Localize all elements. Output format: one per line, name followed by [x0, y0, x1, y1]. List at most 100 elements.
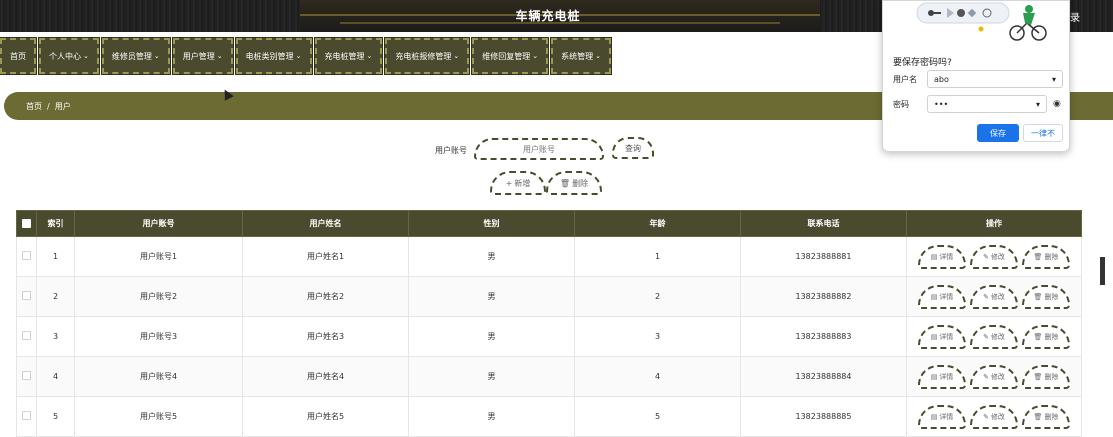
detail-icon: ▤ [930, 292, 938, 301]
table-row: 4 用户账号4 用户姓名4 男 4 13823888884 ▤ 详情 ✎ 修改 🗑 删除 [16, 356, 1082, 397]
cell-account: 用户账号4 [74, 356, 243, 397]
delete-button[interactable]: 🗑 删除 [1022, 324, 1070, 349]
row-checkbox[interactable] [22, 331, 31, 340]
detail-button-label: 详情 [939, 412, 954, 421]
query-button[interactable]: 查询 [612, 137, 654, 159]
cell-index: 3 [36, 316, 75, 357]
col-header-gender: 性别 [408, 210, 575, 237]
select-all-cell[interactable] [16, 210, 37, 237]
detail-button-label: 详情 [939, 252, 954, 261]
edit-button[interactable]: ✎ 修改 [970, 324, 1018, 349]
detail-button[interactable]: ▤ 详情 [918, 324, 966, 349]
row-select-cell[interactable] [16, 276, 37, 317]
nav-item-8[interactable]: 系统管理 ⌄ [550, 37, 612, 75]
cell-age: 4 [574, 356, 741, 397]
table-row: 3 用户账号3 用户姓名3 男 3 13823888883 ▤ 详情 ✎ 修改 🗑 删除 [16, 316, 1082, 357]
nav-item-7[interactable]: 维修回复管理 ⌄ [471, 37, 550, 75]
add-button[interactable]: + 新增 [490, 171, 546, 195]
nav-item-2[interactable]: 维修员管理 ⌄ [100, 37, 171, 75]
edit-button[interactable]: ✎ 修改 [970, 364, 1018, 389]
cell-phone: 13823888885 [740, 396, 907, 437]
row-actions: ▤ 详情 ✎ 修改 🗑 删除 [907, 404, 1081, 429]
save-password-button[interactable]: 保存 [977, 124, 1019, 142]
row-actions: ▤ 详情 ✎ 修改 🗑 删除 [907, 244, 1081, 269]
detail-button[interactable]: ▤ 详情 [918, 404, 966, 429]
cell-index: 1 [36, 236, 75, 277]
pencil-icon: ✎ [983, 372, 989, 381]
edit-button[interactable]: ✎ 修改 [970, 404, 1018, 429]
delete-button[interactable]: 🗑 删除 [1022, 284, 1070, 309]
row-actions: ▤ 详情 ✎ 修改 🗑 删除 [907, 284, 1081, 309]
save-password-popup: 要保存密码吗? 用户名 abo ▾ 密码 ••• ▾ ◉ 保存 一律不 [882, 0, 1070, 152]
edit-button[interactable]: ✎ 修改 [970, 284, 1018, 309]
cell-age: 3 [574, 316, 741, 357]
row-select-cell[interactable] [16, 316, 37, 357]
col-header-account: 用户账号 [74, 210, 243, 237]
row-actions: ▤ 详情 ✎ 修改 🗑 删除 [907, 324, 1081, 349]
chevron-down-icon: ⌄ [453, 52, 460, 60]
chevron-down-icon: ⌄ [595, 52, 601, 60]
delete-button-label: 删除 [1044, 292, 1059, 301]
nav-item-6[interactable]: 充电桩报修管理 ⌄ [384, 37, 471, 75]
popup-title: 要保存密码吗? [893, 58, 952, 68]
never-save-button[interactable]: 一律不 [1023, 124, 1063, 142]
nav-item-0[interactable]: 首页 [0, 37, 37, 75]
table-row: 2 用户账号2 用户姓名2 男 2 13823888882 ▤ 详情 ✎ 修改 🗑 删除 [16, 276, 1082, 317]
password-value: ••• [934, 99, 949, 109]
nav-item-3[interactable]: 用户管理 ⌄ [171, 37, 234, 75]
delete-button-label: 删除 [1044, 252, 1059, 261]
detail-button[interactable]: ▤ 详情 [918, 284, 966, 309]
nav-item-1[interactable]: 个人中心 ⌄ [38, 37, 100, 75]
cell-gender: 男 [408, 316, 575, 357]
cell-actions: ▤ 详情 ✎ 修改 🗑 删除 [906, 396, 1082, 437]
cell-gender: 男 [408, 356, 575, 397]
nav-item-4[interactable]: 电桩类别管理 ⌄ [234, 37, 313, 75]
breadcrumb-home[interactable]: 首页 [26, 101, 42, 112]
cell-actions: ▤ 详情 ✎ 修改 🗑 删除 [906, 276, 1082, 317]
chevron-down-icon: ⌄ [532, 52, 539, 60]
main-nav: 首页 个人中心 ⌄ 维修员管理 ⌄ 用户管理 ⌄ 电桩类别管理 ⌄ 充电桩管理 ⌄ 充电桩报修管理 ⌄ 维… [0, 37, 612, 75]
nav-item-label: 电桩类别管理 [245, 51, 294, 61]
dropdown-arrow-icon: ▾ [1051, 74, 1056, 84]
row-checkbox[interactable] [22, 371, 31, 380]
show-password-eye-icon[interactable]: ◉ [1053, 99, 1063, 109]
delete-button[interactable]: 🗑 删除 [1022, 404, 1070, 429]
cell-name: 用户姓名2 [242, 276, 409, 317]
row-select-cell[interactable] [16, 236, 37, 277]
row-checkbox[interactable] [22, 411, 31, 420]
table-row: 5 用户账号5 用户姓名5 男 5 13823888885 ▤ 详情 ✎ 修改 🗑 删除 [16, 396, 1082, 437]
delete-button[interactable]: 🗑 删除 [1022, 364, 1070, 389]
detail-icon: ▤ [930, 332, 938, 341]
username-select[interactable]: abo ▾ [927, 70, 1063, 88]
row-select-cell[interactable] [16, 396, 37, 437]
search-input[interactable] [474, 138, 604, 160]
nav-item-5[interactable]: 充电桩管理 ⌄ [313, 37, 384, 75]
row-select-cell[interactable] [16, 356, 37, 397]
password-select[interactable]: ••• ▾ [927, 95, 1047, 113]
header-logout-link[interactable]: 录 [1070, 9, 1080, 24]
scrollbar-thumb[interactable] [1100, 257, 1105, 285]
row-checkbox[interactable] [22, 251, 31, 260]
detail-button[interactable]: ▤ 详情 [918, 244, 966, 269]
nav-item-label: 充电桩报修管理 [395, 51, 452, 61]
select-all-checkbox[interactable] [22, 219, 31, 228]
detail-button-label: 详情 [939, 372, 954, 381]
delete-button[interactable]: 🗑 删除 [1022, 244, 1070, 269]
batch-delete-button[interactable]: 🗑 删除 [546, 171, 602, 195]
breadcrumb-separator: / [47, 101, 50, 111]
trash-icon: 🗑 [1033, 292, 1043, 301]
nav-item-label: 首页 [10, 51, 26, 61]
detail-icon: ▤ [930, 412, 938, 421]
chevron-down-icon: ⌄ [295, 52, 302, 60]
chevron-down-icon: ⌄ [153, 52, 160, 60]
nav-item-label: 维修回复管理 [482, 51, 531, 61]
cell-actions: ▤ 详情 ✎ 修改 🗑 删除 [906, 356, 1082, 397]
cell-phone: 13823888883 [740, 316, 907, 357]
detail-button[interactable]: ▤ 详情 [918, 364, 966, 389]
edit-button[interactable]: ✎ 修改 [970, 244, 1018, 269]
users-table: 索引 用户账号 用户姓名 性别 年龄 联系电话 操作 1 用户账号1 用户姓名1 男 1… [16, 210, 1082, 437]
row-checkbox[interactable] [22, 291, 31, 300]
cell-account: 用户账号2 [74, 276, 243, 317]
add-button-label: 新增 [514, 178, 531, 188]
detail-icon: ▤ [930, 372, 938, 381]
